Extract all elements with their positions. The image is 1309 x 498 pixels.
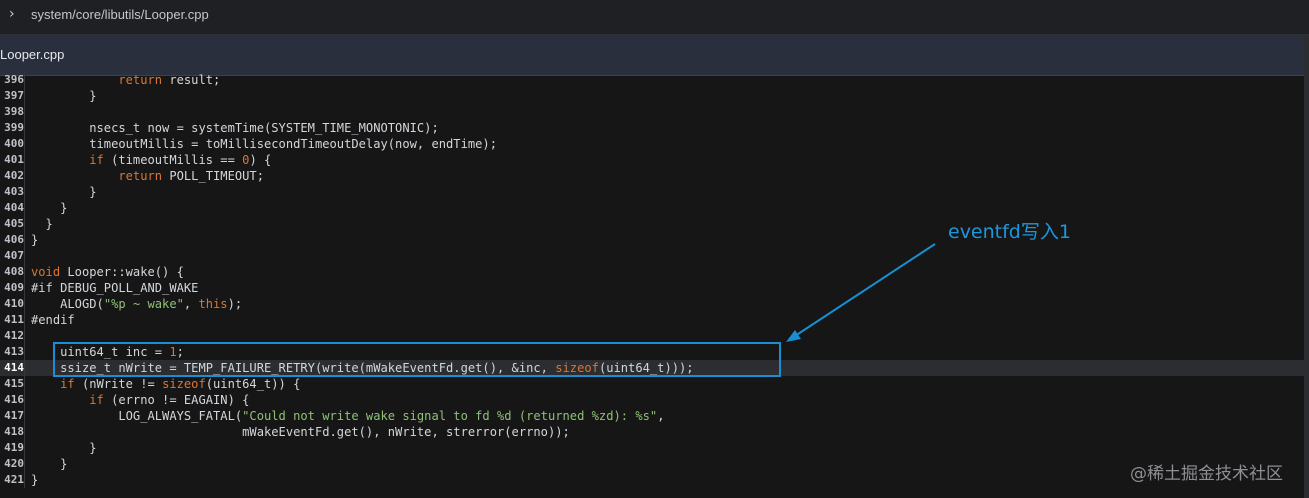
watermark: @稀土掘金技术社区 [1130, 464, 1283, 484]
annotation-arrow [786, 243, 936, 342]
annotation-label: eventfd写入1 [948, 221, 1071, 243]
